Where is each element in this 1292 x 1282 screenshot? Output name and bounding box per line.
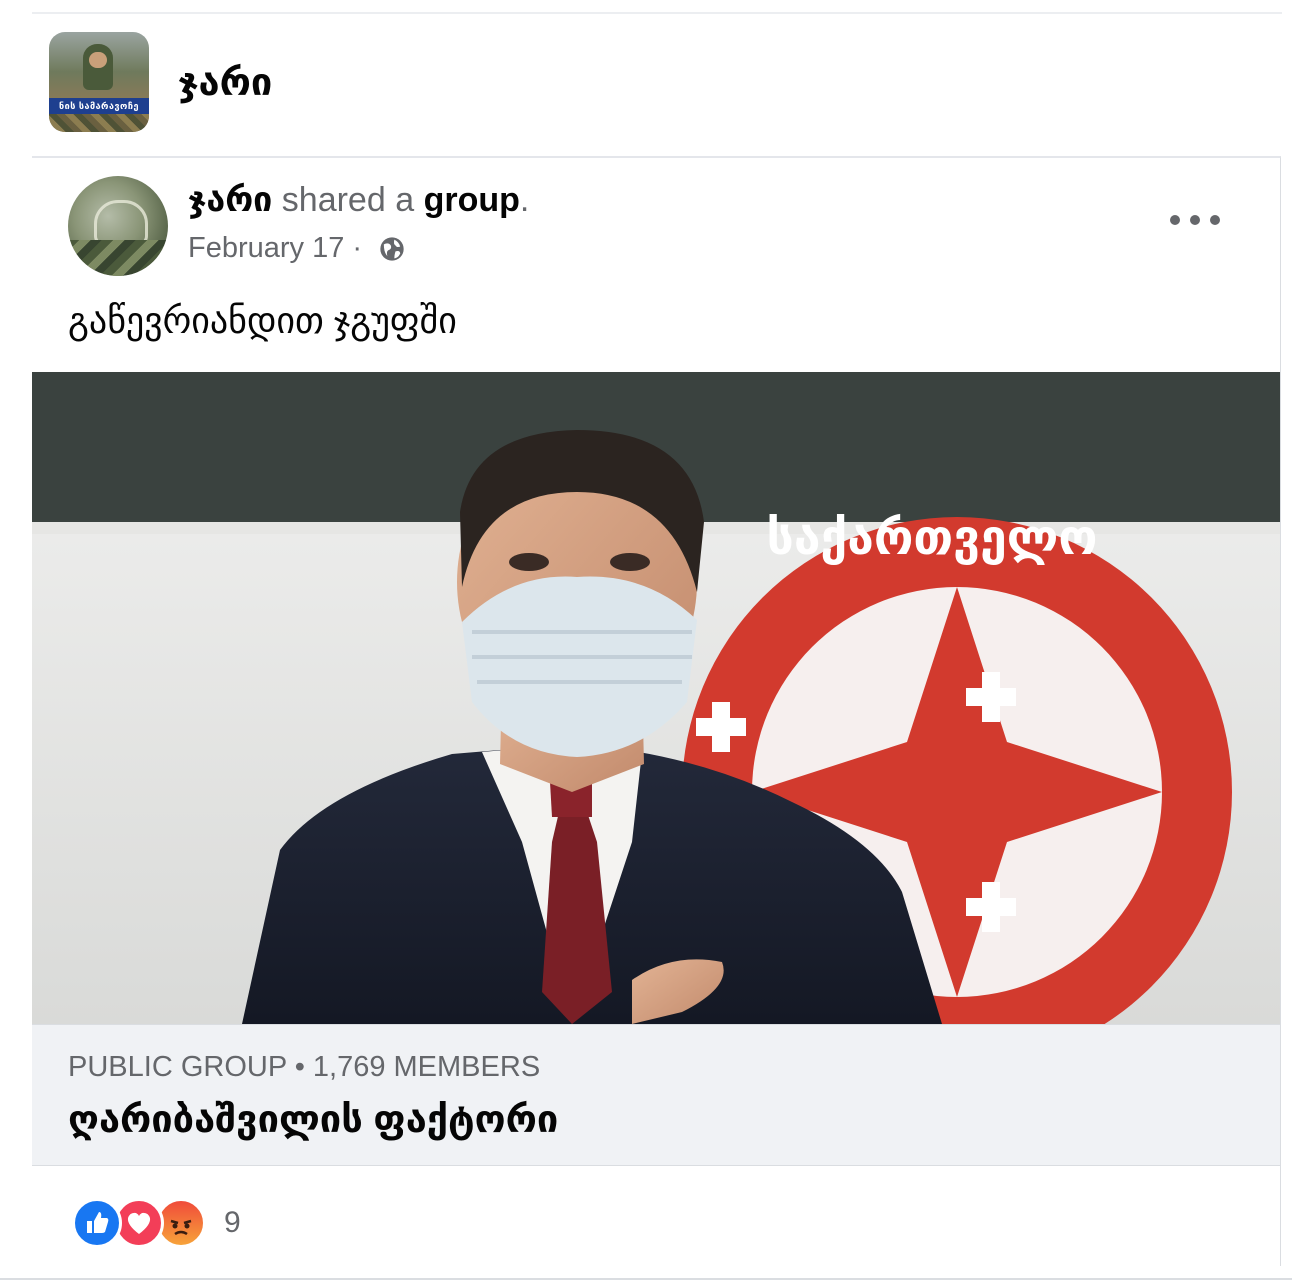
post-text: გაწევრიანდით ჯგუფში bbox=[68, 300, 457, 341]
dot bbox=[1170, 215, 1180, 225]
angry-face-glyph bbox=[170, 1219, 192, 1236]
author-name[interactable]: ჯარი bbox=[188, 181, 272, 219]
group-title[interactable]: ღარიბაშვილის ფაქტორი bbox=[68, 1097, 558, 1142]
heart-glyph bbox=[127, 1212, 151, 1234]
soldier-face bbox=[89, 52, 107, 68]
camo-pattern bbox=[49, 114, 149, 132]
shared-object-link[interactable]: group bbox=[424, 181, 520, 219]
camo-pattern bbox=[68, 240, 168, 276]
thumbs-up-glyph bbox=[87, 1212, 109, 1233]
avatar-banner: ნის სამარავოჩე bbox=[49, 98, 149, 114]
more-options-button[interactable] bbox=[1170, 204, 1220, 236]
reaction-summary[interactable]: 9 bbox=[72, 1198, 241, 1248]
bottom-divider bbox=[0, 1278, 1292, 1280]
page-avatar[interactable]: ნის სამარავოჩე bbox=[49, 32, 149, 132]
headline-period: . bbox=[519, 181, 530, 219]
post-headline: ჯარი shared a group. bbox=[188, 180, 529, 220]
meta-separator: · bbox=[344, 232, 371, 264]
page-header: ნის სამარავოჩე ჯარი bbox=[32, 14, 1282, 156]
post-card: ჯარი shared a group. February 17 · გაწევ… bbox=[32, 156, 1281, 1266]
author-avatar[interactable] bbox=[68, 176, 168, 276]
action-text: shared a bbox=[272, 181, 424, 219]
dot bbox=[1190, 215, 1200, 225]
dot bbox=[1210, 215, 1220, 225]
like-icon bbox=[72, 1198, 122, 1248]
group-meta: PUBLIC GROUP • 1,769 MEMBERS bbox=[68, 1051, 541, 1083]
cover-photo: საქართველო bbox=[32, 372, 1280, 1024]
globe-icon[interactable] bbox=[378, 235, 406, 263]
group-cover-image[interactable]: საქართველო bbox=[32, 372, 1280, 1024]
emblem-text: საქართველო bbox=[767, 510, 1098, 566]
page-name[interactable]: ჯარი bbox=[178, 60, 272, 105]
link-preview[interactable]: PUBLIC GROUP • 1,769 MEMBERS ღარიბაშვილი… bbox=[32, 1024, 1280, 1166]
reaction-count[interactable]: 9 bbox=[224, 1206, 241, 1240]
post-date[interactable]: February 17 bbox=[188, 232, 344, 265]
post-meta: February 17 · bbox=[188, 232, 406, 265]
